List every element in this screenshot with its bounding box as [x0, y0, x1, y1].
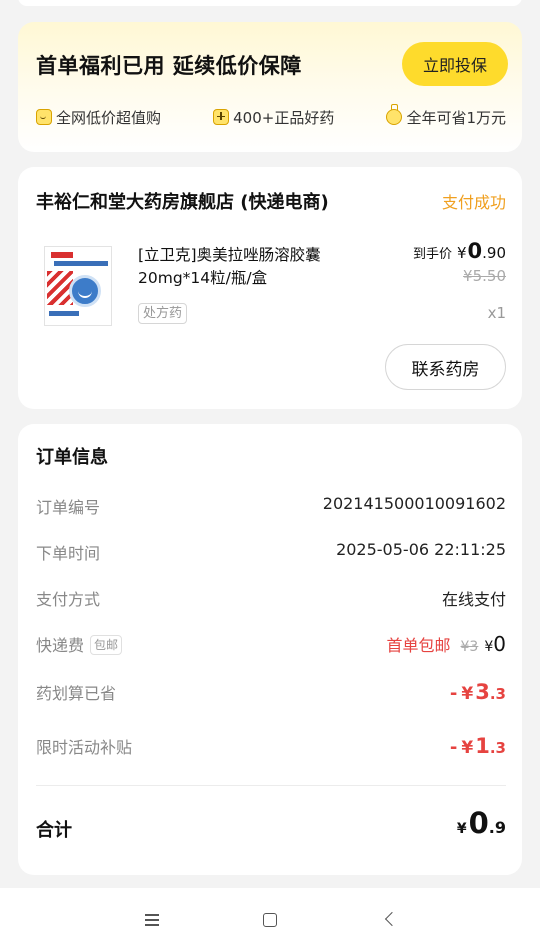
- total-integer: 0: [468, 806, 489, 840]
- contact-pharmacy-button[interactable]: 联系药房: [385, 344, 506, 390]
- product-title[interactable]: [立卫克]奥美拉唑肠溶胶囊20mg*14粒/瓶/盒: [138, 244, 368, 290]
- price-integer: 0: [467, 239, 483, 263]
- currency-symbol: ¥: [456, 244, 467, 262]
- promo-card: 首单福利已用 延续低价保障 立即投保 全网低价超值购 400+正品好药 全年可省…: [18, 22, 522, 152]
- original-shipping-fee: ¥3: [460, 639, 479, 655]
- medal-icon: [386, 104, 403, 125]
- subsidy-label: 限时活动补贴: [36, 738, 133, 757]
- shop-order-card: 丰裕仁和堂大药房旗舰店 (快递电商) 支付成功 [立卫克]奥美拉唑肠溶胶囊20m…: [18, 167, 522, 409]
- quantity: x1: [487, 304, 506, 322]
- order-number[interactable]: 2021415000100916​02: [323, 494, 506, 513]
- order-info-card: 订单信息 订单编号 2021415000100916​02 下单时间 2025-…: [18, 424, 522, 875]
- subsidy-amount: - ¥ 1 .3: [450, 734, 506, 758]
- perk-label: 全网低价超值购: [56, 108, 162, 127]
- final-price: 到手价 ¥ 0 .90: [413, 239, 506, 263]
- final-price-label: 到手价: [412, 247, 452, 262]
- divider: [36, 785, 506, 786]
- box-manufacturer: [49, 311, 79, 316]
- payment-method: 在线支付: [441, 590, 506, 609]
- menu-icon[interactable]: [138, 906, 166, 934]
- shipping-fee-row: 快递费 包邮 首单包邮 ¥3 ¥ 0: [36, 632, 506, 660]
- payment-method-row: 支付方式 在线支付: [36, 586, 506, 610]
- currency-symbol: ¥: [461, 684, 474, 704]
- first-order-free-shipping: 首单包邮: [386, 636, 451, 655]
- minus-sign: -: [449, 737, 458, 758]
- perks-row: 全网低价超值购 400+正品好药 全年可省1万元: [36, 104, 506, 130]
- shipping-fee-text: 快递费: [36, 636, 85, 655]
- promo-title: 首单福利已用 延续低价保障: [36, 54, 302, 78]
- free-shipping-tag: 包邮: [90, 635, 123, 655]
- back-icon[interactable]: [376, 906, 404, 934]
- price-decimal: .90: [482, 244, 506, 262]
- currency-symbol: ¥: [456, 821, 467, 837]
- product-image[interactable]: [44, 246, 112, 326]
- perk-yearly-savings: 全年可省1万元: [386, 104, 506, 128]
- perk-label: 400+正品好药: [233, 108, 335, 127]
- total-decimal: .9: [488, 818, 506, 837]
- order-time: 2025-05-06 22:11:25: [336, 540, 506, 559]
- shipping-fee-amount: 0: [493, 632, 506, 656]
- payment-status: 支付成功: [441, 193, 506, 212]
- prescription-tag: 处方药: [138, 303, 188, 324]
- order-time-row: 下单时间 2025-05-06 22:11:25: [36, 540, 506, 564]
- saved-decimal: .3: [489, 685, 506, 703]
- order-detail-page: 首单福利已用 延续低价保障 立即投保 全网低价超值购 400+正品好药 全年可省…: [0, 0, 540, 950]
- smile-bag-icon: [36, 109, 52, 125]
- home-icon[interactable]: [256, 906, 284, 934]
- brand-logo: [51, 252, 73, 258]
- saved-row: 药划算已省 - ¥ 3 .3: [36, 680, 506, 708]
- currency-symbol: ¥: [484, 639, 494, 655]
- perk-low-price: 全网低价超值购: [36, 107, 161, 128]
- subsidy-integer: 1: [475, 734, 490, 758]
- previous-card-edge: [18, 0, 522, 6]
- minus-sign: -: [449, 683, 458, 704]
- payment-method-label: 支付方式: [36, 590, 101, 609]
- order-info-title: 订单信息: [36, 447, 108, 468]
- box-emblem: [69, 275, 101, 307]
- system-nav-bar: [0, 888, 540, 950]
- order-time-label: 下单时间: [36, 544, 101, 563]
- order-number-row: 订单编号 2021415000100916​02: [36, 494, 506, 518]
- saved-amount: - ¥ 3 .3: [450, 680, 506, 704]
- insure-now-button[interactable]: 立即投保: [402, 42, 508, 86]
- medicine-plus-icon: [213, 109, 230, 125]
- shop-name[interactable]: 丰裕仁和堂大药房旗舰店 (快递电商): [36, 188, 329, 214]
- shipping-fee-label: 快递费 包邮: [36, 632, 123, 656]
- currency-symbol: ¥: [461, 738, 474, 758]
- total-amount: ¥ 0 .9: [457, 806, 506, 840]
- order-number-label: 订单编号: [36, 498, 101, 517]
- subsidy-row: 限时活动补贴 - ¥ 1 .3: [36, 734, 506, 762]
- perk-genuine-medicine: 400+正品好药: [213, 107, 334, 128]
- box-drug-name: [54, 261, 108, 266]
- saved-label: 药划算已省: [36, 684, 117, 703]
- total-label: 合计: [36, 820, 72, 841]
- box-header: [48, 250, 108, 268]
- subsidy-decimal: .3: [489, 739, 506, 757]
- shipping-fee-value: 首单包邮 ¥3 ¥ 0: [387, 632, 507, 656]
- perk-label: 全年可省1万元: [406, 108, 506, 127]
- original-price: ¥5.50: [463, 267, 506, 285]
- saved-integer: 3: [475, 680, 490, 704]
